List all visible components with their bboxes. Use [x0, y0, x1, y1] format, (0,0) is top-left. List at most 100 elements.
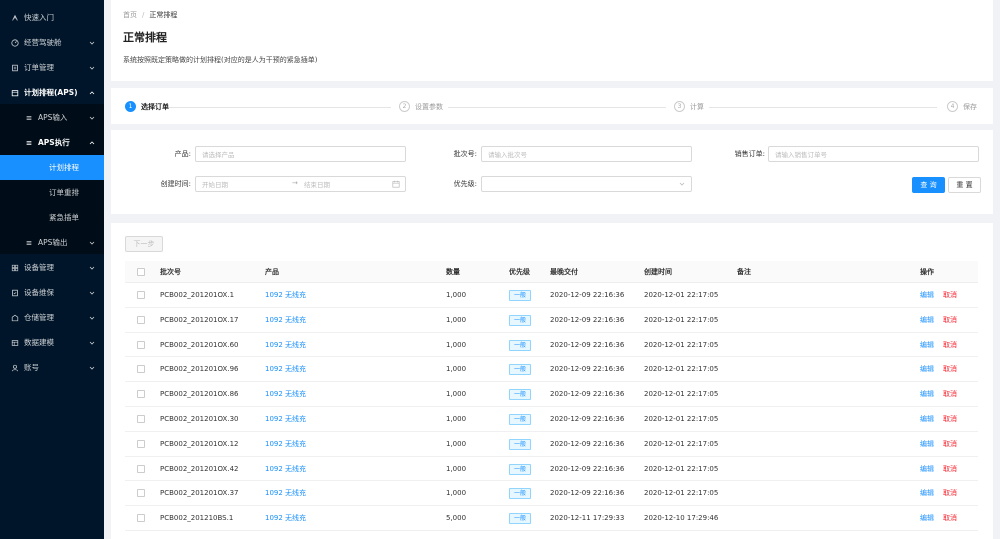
sidebar-item-urgent-insert[interactable]: 紧急插单 [0, 205, 104, 230]
quantity-cell: 1,000 [446, 439, 467, 448]
product-link[interactable]: 1092 无线充 [265, 481, 306, 505]
edit-link[interactable]: 编辑 [920, 308, 934, 332]
cancel-link[interactable]: 取消 [943, 333, 957, 357]
sidebar-item-label: 计划排程(APS) [24, 88, 78, 97]
row-checkbox[interactable] [137, 340, 145, 349]
table-row[interactable]: PCB002_201201OX.86 1092 无线充 1,000 一般 202… [125, 382, 978, 407]
created-time-label: 创建时间: [160, 180, 191, 188]
row-checkbox[interactable] [137, 415, 145, 423]
edit-link[interactable]: 编辑 [920, 407, 934, 431]
cancel-link[interactable]: 取消 [943, 407, 957, 431]
cancel-link[interactable]: 取消 [943, 432, 957, 456]
table-row[interactable]: PCB002_201201OX.37 1092 无线充 1,000 一般 202… [125, 481, 978, 507]
reset-button[interactable]: 重 置 [948, 177, 981, 193]
chevron-down-icon [88, 65, 96, 71]
cancel-link[interactable]: 取消 [943, 481, 957, 505]
table-row[interactable]: PCB002_201201OX.96 1092 无线充 1,000 一般 202… [125, 357, 978, 383]
quantity-cell: 1,000 [446, 340, 467, 349]
row-checkbox[interactable] [137, 315, 145, 324]
edit-link[interactable]: 编辑 [920, 357, 934, 381]
edit-link[interactable]: 编辑 [920, 283, 934, 307]
product-select[interactable]: 请选择产品 [195, 146, 406, 162]
start-date-input[interactable]: 开始日期 [202, 179, 228, 189]
edit-link[interactable]: 编辑 [920, 481, 934, 505]
step-number: 4 [947, 101, 958, 112]
sidebar-item-label: 紧急插单 [49, 213, 79, 222]
cancel-link[interactable]: 取消 [943, 457, 957, 481]
next-step-button[interactable]: 下一步 [125, 236, 163, 252]
batch-input[interactable]: 请输入批次号 [481, 146, 692, 162]
sidebar-item-account[interactable]: 账号 [0, 355, 104, 380]
step-number: 2 [399, 101, 410, 112]
row-checkbox[interactable] [137, 464, 145, 473]
chevron-down-icon [679, 182, 685, 186]
due-cell: 2020-12-09 22:16:36 [550, 439, 625, 448]
table-row[interactable]: PCB002_201201OX.60 1092 无线充 1,000 一般 202… [125, 333, 978, 358]
edit-link[interactable]: 编辑 [920, 506, 934, 530]
order-icon [10, 63, 19, 72]
select-all-checkbox[interactable] [137, 268, 145, 276]
product-link[interactable]: 1092 无线充 [265, 432, 306, 456]
date-range-picker[interactable]: 开始日期 → 结束日期 [195, 176, 406, 192]
edit-link[interactable]: 编辑 [920, 382, 934, 406]
sidebar-item-aps-exec[interactable]: APS执行 [0, 130, 104, 155]
chevron-down-icon [88, 315, 96, 321]
table-row[interactable]: PCB002_201201OX.17 1092 无线充 1,000 一般 202… [125, 308, 978, 333]
row-checkbox[interactable] [137, 390, 145, 399]
edit-link[interactable]: 编辑 [920, 457, 934, 481]
chevron-down-icon [88, 240, 96, 246]
row-checkbox[interactable] [137, 489, 145, 498]
table-row[interactable]: PCB002_201201OX.42 1092 无线充 1,000 一般 202… [125, 457, 978, 482]
product-link[interactable]: 1092 无线充 [265, 382, 306, 406]
quantity-cell: 1,000 [446, 464, 467, 473]
batch-cell: PCB002_201201OX.17 [160, 315, 239, 324]
row-checkbox[interactable] [137, 365, 145, 374]
batch-cell: PCB002_201201OX.86 [160, 390, 239, 399]
breadcrumb-home[interactable]: 首页 [123, 11, 137, 19]
table-row[interactable]: PCB002_201201OX.12 1092 无线充 1,000 一般 202… [125, 432, 978, 457]
product-link[interactable]: 1092 无线充 [265, 308, 306, 332]
cancel-link[interactable]: 取消 [943, 283, 957, 307]
priority-select[interactable] [481, 176, 692, 192]
sidebar-item-aps-input[interactable]: APS输入 [0, 105, 104, 130]
product-link[interactable]: 1092 无线充 [265, 457, 306, 481]
step-select-orders: 1 选择订单 [125, 101, 169, 112]
row-checkbox[interactable] [137, 291, 145, 299]
table-row[interactable]: PCB002_201201OX.30 1092 无线充 1,000 一般 202… [125, 407, 978, 432]
table-row[interactable]: PCB002_201201OX.1 1092 无线充 1,000 一般 2020… [125, 283, 978, 308]
sidebar-item-orders[interactable]: 订单管理 [0, 55, 104, 80]
sales-order-input[interactable]: 请输入销售订单号 [768, 146, 979, 162]
due-cell: 2020-12-11 17:29:33 [550, 514, 625, 523]
sidebar-item-quickstart[interactable]: 快速入门 [0, 5, 104, 30]
row-checkbox[interactable] [137, 514, 145, 523]
chevron-up-icon [88, 140, 96, 146]
product-link[interactable]: 1092 无线充 [265, 357, 306, 381]
sidebar-item-maintenance[interactable]: 设备维保 [0, 280, 104, 305]
sidebar-item-aps[interactable]: 计划排程(APS) [0, 80, 104, 105]
edit-link[interactable]: 编辑 [920, 432, 934, 456]
cancel-link[interactable]: 取消 [943, 308, 957, 332]
cancel-link[interactable]: 取消 [943, 357, 957, 381]
priority-tag: 一般 [509, 314, 532, 326]
product-link[interactable]: 1092 无线充 [265, 506, 306, 530]
sidebar-item-label: APS输入 [38, 113, 68, 122]
sidebar-item-normal-schedule[interactable]: 计划排程 [0, 155, 104, 180]
product-link[interactable]: 1092 无线充 [265, 333, 306, 357]
sidebar-item-dashboard[interactable]: 经营驾驶舱 [0, 30, 104, 55]
sidebar-item-aps-output[interactable]: APS输出 [0, 230, 104, 255]
product-link[interactable]: 1092 无线充 [265, 407, 306, 431]
row-checkbox[interactable] [137, 439, 145, 448]
sidebar-item-equipment[interactable]: 设备管理 [0, 255, 104, 280]
edit-link[interactable]: 编辑 [920, 333, 934, 357]
query-button[interactable]: 查 询 [912, 177, 945, 193]
product-link[interactable]: 1092 无线充 [265, 283, 306, 307]
quantity-cell: 1,000 [446, 415, 467, 423]
batch-cell: PCB002_201201OX.12 [160, 439, 239, 448]
sidebar-item-warehouse[interactable]: 仓储管理 [0, 305, 104, 330]
cancel-link[interactable]: 取消 [943, 506, 957, 530]
sidebar-item-data-modeling[interactable]: 数据建模 [0, 330, 104, 355]
cancel-link[interactable]: 取消 [943, 382, 957, 406]
sidebar-item-reschedule[interactable]: 订单重排 [0, 180, 104, 205]
end-date-input[interactable]: 结束日期 [304, 179, 330, 189]
table-row[interactable]: PCB002_201210BS.1 1092 无线充 5,000 一般 2020… [125, 506, 978, 531]
